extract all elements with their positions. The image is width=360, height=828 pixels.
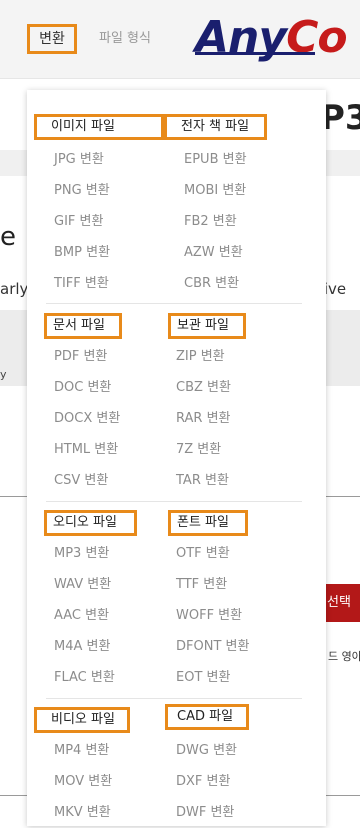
menu-group-font: 폰트 파일 OTF 변환 TTF 변환 WOFF 변환 DFONT 변환 EOT… (168, 510, 298, 693)
menu-group-header[interactable]: 전자 책 파일 (164, 114, 267, 140)
menu-item-dfont[interactable]: DFONT 변환 (168, 631, 298, 662)
menu-group-header[interactable]: 이미지 파일 (34, 114, 164, 140)
menu-item-ttf[interactable]: TTF 변환 (168, 569, 298, 600)
menu-group-audio: 오디오 파일 MP3 변환 WAV 변환 AAC 변환 M4A 변환 FLAC … (44, 510, 174, 693)
menu-group-header[interactable]: 비디오 파일 (34, 707, 130, 733)
menu-group-image: 이미지 파일 JPG 변환 PNG 변환 GIF 변환 BMP 변환 TIFF … (34, 114, 164, 299)
menu-group-header[interactable]: 폰트 파일 (168, 510, 248, 536)
page-heading-fragment: P3 (320, 98, 360, 138)
menu-item-eot[interactable]: EOT 변환 (168, 662, 298, 693)
menu-item-7z[interactable]: 7Z 변환 (168, 434, 298, 465)
menu-divider (46, 501, 302, 502)
menu-group-video: 비디오 파일 MP4 변환 MOV 변환 MKV 변환 (34, 707, 164, 828)
menu-item-dwf[interactable]: DWF 변환 (165, 797, 295, 828)
menu-item-flac[interactable]: FLAC 변환 (44, 662, 174, 693)
menu-item-zip[interactable]: ZIP 변환 (168, 341, 298, 372)
menu-item-epub[interactable]: EPUB 변환 (164, 144, 294, 175)
nav-convert-menu[interactable]: 변환 (27, 24, 77, 54)
menu-item-bmp[interactable]: BMP 변환 (34, 237, 164, 268)
menu-item-otf[interactable]: OTF 변환 (168, 538, 298, 569)
menu-item-doc[interactable]: DOC 변환 (44, 372, 174, 403)
top-navigation: 변환 파일 형식 AnyCo (0, 0, 360, 79)
menu-group-cad: CAD 파일 DWG 변환 DXF 변환 DWF 변환 (165, 704, 295, 828)
menu-group-header[interactable]: 보관 파일 (168, 313, 246, 339)
menu-group-ebook: 전자 책 파일 EPUB 변환 MOBI 변환 FB2 변환 AZW 변환 CB… (164, 114, 294, 299)
menu-item-azw[interactable]: AZW 변환 (164, 237, 294, 268)
menu-item-jpg[interactable]: JPG 변환 (34, 144, 164, 175)
logo-stripe (195, 52, 315, 55)
menu-item-docx[interactable]: DOCX 변환 (44, 403, 174, 434)
menu-item-dwg[interactable]: DWG 변환 (165, 735, 295, 766)
info-text-fragment: 드 영아 (328, 650, 360, 663)
menu-item-mobi[interactable]: MOBI 변환 (164, 175, 294, 206)
nav-file-formats-link[interactable]: 파일 형식 (99, 30, 151, 48)
anyconv-logo[interactable]: AnyCo (195, 8, 348, 68)
menu-item-mp4[interactable]: MP4 변환 (34, 735, 164, 766)
body-text-fragment-left: arly (0, 280, 29, 298)
menu-group-document: 문서 파일 PDF 변환 DOC 변환 DOCX 변환 HTML 변환 CSV … (44, 313, 174, 496)
menu-divider (46, 698, 302, 699)
menu-group-header[interactable]: 문서 파일 (44, 313, 122, 339)
menu-item-woff[interactable]: WOFF 변환 (168, 600, 298, 631)
menu-group-header[interactable]: 오디오 파일 (44, 510, 137, 536)
menu-item-png[interactable]: PNG 변환 (34, 175, 164, 206)
menu-group-header[interactable]: CAD 파일 (165, 704, 249, 730)
menu-item-m4a[interactable]: M4A 변환 (44, 631, 174, 662)
menu-item-pdf[interactable]: PDF 변환 (44, 341, 174, 372)
menu-item-wav[interactable]: WAV 변환 (44, 569, 174, 600)
band-text-fragment: y (0, 368, 7, 381)
menu-item-rar[interactable]: RAR 변환 (168, 403, 298, 434)
menu-item-tiff[interactable]: TIFF 변환 (34, 268, 164, 299)
menu-item-dxf[interactable]: DXF 변환 (165, 766, 295, 797)
menu-item-aac[interactable]: AAC 변환 (44, 600, 174, 631)
menu-item-csv[interactable]: CSV 변환 (44, 465, 174, 496)
menu-item-cbr[interactable]: CBR 변환 (164, 268, 294, 299)
menu-item-mp3[interactable]: MP3 변환 (44, 538, 174, 569)
menu-divider (46, 303, 302, 304)
menu-item-cbz[interactable]: CBZ 변환 (168, 372, 298, 403)
menu-item-mkv[interactable]: MKV 변환 (34, 797, 164, 828)
section-title-fragment: e (0, 222, 16, 252)
menu-item-tar[interactable]: TAR 변환 (168, 465, 298, 496)
menu-item-html[interactable]: HTML 변환 (44, 434, 174, 465)
menu-item-fb2[interactable]: FB2 변환 (164, 206, 294, 237)
menu-item-mov[interactable]: MOV 변환 (34, 766, 164, 797)
convert-dropdown-menu: 이미지 파일 JPG 변환 PNG 변환 GIF 변환 BMP 변환 TIFF … (27, 90, 326, 826)
menu-group-archive: 보관 파일 ZIP 변환 CBZ 변환 RAR 변환 7Z 변환 TAR 변환 (168, 313, 298, 496)
menu-item-gif[interactable]: GIF 변환 (34, 206, 164, 237)
